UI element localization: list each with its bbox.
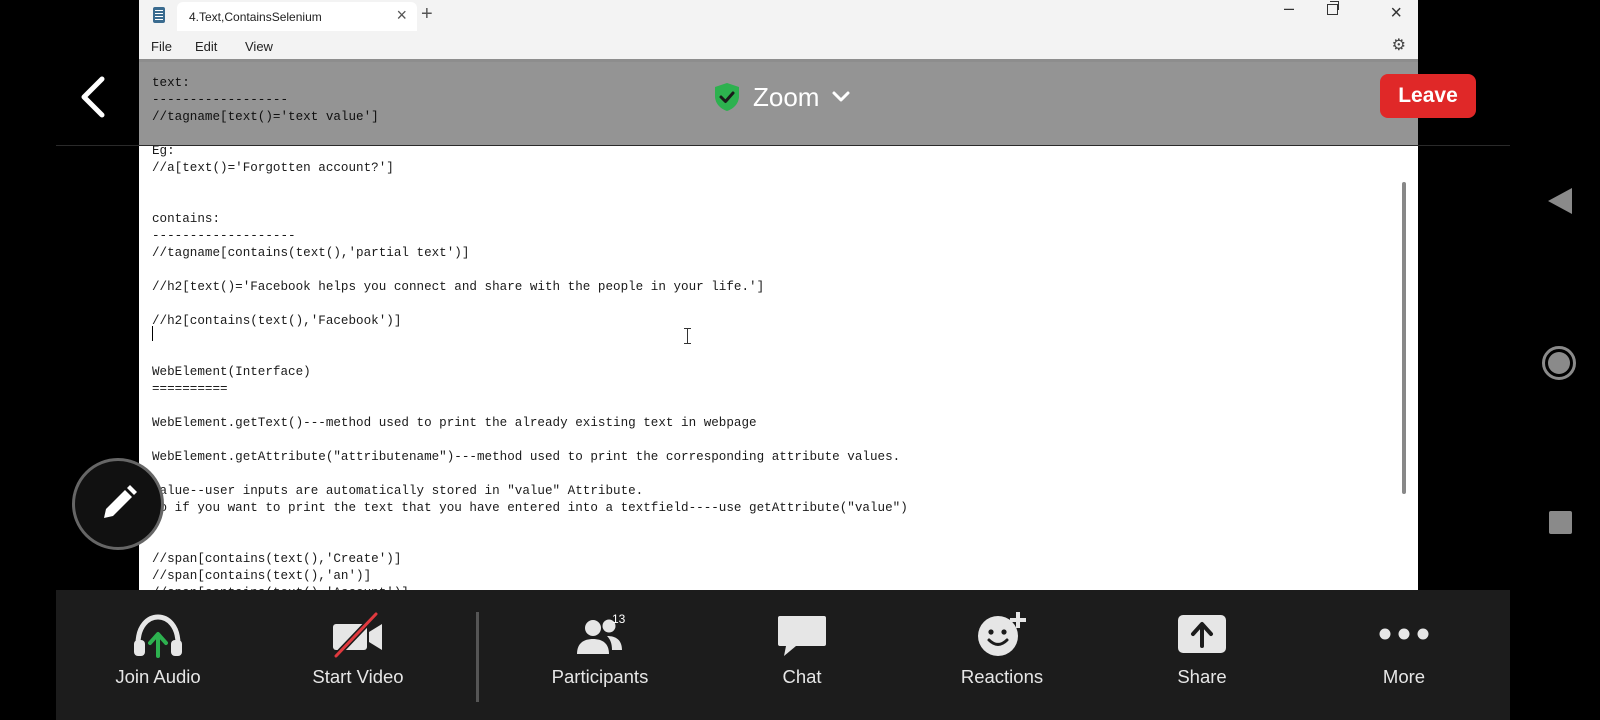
notepad-app-icon: [153, 7, 165, 23]
new-tab-icon[interactable]: +: [421, 3, 433, 26]
join-audio-button[interactable]: Join Audio: [78, 590, 238, 720]
notepad-tab[interactable]: 4.Text,ContainsSelenium ×: [177, 2, 417, 31]
notepad-tab-title: 4.Text,ContainsSelenium: [189, 10, 322, 24]
back-chevron-icon[interactable]: [76, 75, 116, 119]
screen: 4.Text,ContainsSelenium × + – × File Edi…: [0, 0, 1600, 720]
share-label: Share: [1177, 666, 1227, 687]
notepad-document-text[interactable]: text: ------------------ //tagname[text(…: [152, 75, 908, 590]
toolbar-divider: [476, 612, 479, 702]
participants-button[interactable]: 13 Participants: [520, 590, 680, 720]
shield-check-icon: [715, 83, 739, 111]
minimize-icon[interactable]: –: [1284, 0, 1294, 19]
share-icon: [1178, 615, 1226, 653]
participants-icon-wrap: 13: [572, 612, 628, 658]
menu-edit[interactable]: Edit: [195, 39, 217, 54]
chevron-down-icon: [832, 91, 850, 102]
text-caret: [152, 326, 153, 341]
menu-view[interactable]: View: [245, 39, 273, 54]
meeting-toolbar: Join Audio Start Video 13 Participants C…: [56, 590, 1510, 720]
menu-file[interactable]: File: [151, 39, 172, 54]
leave-button[interactable]: Leave: [1380, 74, 1476, 118]
meeting-title: Zoom: [753, 81, 820, 112]
more-icon: [1379, 628, 1429, 640]
chat-button[interactable]: Chat: [722, 590, 882, 720]
join-audio-label: Join Audio: [115, 666, 201, 687]
more-label: More: [1382, 666, 1426, 687]
chat-icon: [778, 616, 826, 656]
nav-recents-icon[interactable]: [1549, 511, 1572, 534]
reactions-label: Reactions: [960, 666, 1044, 687]
start-video-label: Start Video: [312, 666, 404, 687]
notepad-menubar: File Edit View ⚙: [139, 31, 1418, 62]
ibeam-cursor-icon: [683, 328, 691, 344]
annotate-button[interactable]: [72, 458, 164, 550]
chat-label: Chat: [782, 666, 822, 687]
headphones-icon: [134, 614, 182, 658]
start-video-button[interactable]: Start Video: [278, 590, 438, 720]
meeting-title-menu[interactable]: Zoom: [713, 77, 851, 117]
notepad-titlebar: 4.Text,ContainsSelenium × + – ×: [139, 0, 1418, 31]
nav-back-icon[interactable]: [1546, 186, 1574, 216]
reactions-button[interactable]: Reactions: [922, 590, 1082, 720]
settings-gear-icon[interactable]: ⚙: [1392, 35, 1406, 55]
participants-label: Participants: [551, 666, 649, 687]
restore-icon[interactable]: [1327, 1, 1339, 15]
top-bar-divider: [56, 145, 1510, 146]
window-close-icon[interactable]: ×: [1390, 2, 1402, 25]
more-button[interactable]: More: [1324, 590, 1484, 720]
participants-count-badge: 13: [612, 612, 626, 626]
video-off-icon: [333, 612, 382, 658]
pencil-icon: [104, 485, 137, 518]
reaction-icon: [978, 612, 1026, 656]
nav-home-icon[interactable]: [1542, 346, 1576, 380]
share-button[interactable]: Share: [1122, 590, 1282, 720]
editor-scrollbar[interactable]: [1402, 182, 1406, 494]
tab-close-icon[interactable]: ×: [396, 6, 407, 24]
